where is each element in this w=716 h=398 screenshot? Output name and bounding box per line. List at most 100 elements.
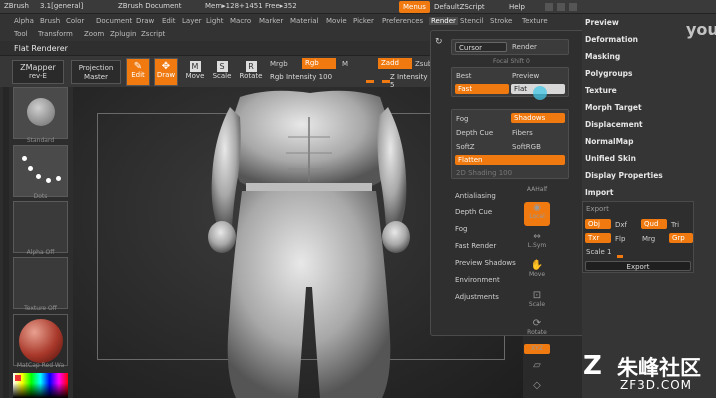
help-button[interactable]: Help: [505, 1, 529, 13]
rotate-button[interactable]: R Rotate: [238, 58, 264, 86]
tool-deformation-item[interactable]: Deformation: [585, 35, 638, 44]
best-render-button[interactable]: Best: [456, 72, 472, 80]
fog-item[interactable]: Fog: [455, 225, 468, 233]
fast-render-button[interactable]: Fast: [455, 84, 509, 94]
focal-shift-slider[interactable]: Focal Shift 0: [493, 58, 530, 65]
menu-picker[interactable]: Picker: [353, 17, 374, 25]
menu-zplugin[interactable]: Zplugin: [110, 30, 136, 38]
menu-alpha[interactable]: Alpha: [14, 17, 34, 25]
environment-item[interactable]: Environment: [455, 276, 500, 284]
draw-button[interactable]: ✥ Draw: [154, 58, 178, 86]
grp-toggle[interactable]: Grp: [669, 233, 693, 243]
rotate-view-button[interactable]: ⟳ Rotate: [524, 318, 550, 340]
rgb-intensity-slider[interactable]: Rgb Intensity 100: [270, 73, 332, 81]
menu-zscript[interactable]: Zscript: [141, 30, 165, 38]
menu-movie[interactable]: Movie: [326, 17, 347, 25]
menu-layer[interactable]: Layer: [182, 17, 202, 25]
tri-toggle[interactable]: Tri: [671, 221, 679, 229]
projection-master-button[interactable]: Projection Master: [71, 60, 121, 84]
menu-material[interactable]: Material: [290, 17, 318, 25]
fast-render-item[interactable]: Fast Render: [455, 242, 496, 250]
menu-zoom[interactable]: Zoom: [84, 30, 104, 38]
dxf-toggle[interactable]: Dxf: [615, 221, 627, 229]
aahalf-button[interactable]: AAHalf: [524, 186, 550, 193]
softz-toggle[interactable]: SoftZ: [456, 143, 475, 151]
cursor-button[interactable]: Cursor: [455, 42, 507, 52]
tool-polygroups-item[interactable]: Polygroups: [585, 69, 633, 78]
mrg-toggle[interactable]: Mrg: [642, 235, 655, 243]
edit-button[interactable]: ✎ Edit: [126, 58, 150, 86]
qud-toggle[interactable]: Qud: [641, 219, 667, 229]
render-button[interactable]: Render: [512, 43, 537, 51]
menu-edit[interactable]: Edit: [162, 17, 176, 25]
menu-marker[interactable]: Marker: [259, 17, 283, 25]
model-figure[interactable]: [180, 87, 440, 398]
obj-toggle[interactable]: Obj: [585, 219, 611, 229]
tool-masking-item[interactable]: Masking: [585, 52, 620, 61]
cube-icon[interactable]: ◇: [524, 380, 550, 391]
adjustments-item[interactable]: Adjustments: [455, 293, 499, 301]
tool-preview-item[interactable]: Preview: [585, 18, 619, 27]
menu-texture[interactable]: Texture: [522, 17, 548, 25]
m-toggle[interactable]: M: [342, 60, 348, 68]
menu-brush[interactable]: Brush: [40, 17, 60, 25]
menu-light[interactable]: Light: [206, 17, 223, 25]
preview-shadows-item[interactable]: Preview Shadows: [455, 259, 516, 267]
menu-draw[interactable]: Draw: [136, 17, 154, 25]
brush-standard-thumb[interactable]: [13, 87, 68, 139]
shelf-scrollbar[interactable]: [3, 87, 9, 398]
txr-toggle[interactable]: Txr: [585, 233, 611, 243]
menus-button[interactable]: Menus: [399, 1, 430, 13]
fibers-toggle[interactable]: Fibers: [512, 129, 533, 137]
flp-toggle[interactable]: Flp: [615, 235, 625, 243]
scale-slider[interactable]: Scale 1: [586, 248, 612, 256]
default-zscript-button[interactable]: DefaultZScript: [430, 1, 489, 13]
menu-render[interactable]: Render: [429, 17, 458, 25]
tool-texture-item[interactable]: Texture: [585, 86, 617, 95]
zadd-toggle[interactable]: Zadd: [378, 58, 412, 69]
fog-toggle[interactable]: Fog: [456, 115, 469, 123]
2d-shading-slider[interactable]: 2D Shading 100: [456, 169, 512, 177]
tool-unified-skin-item[interactable]: Unified Skin: [585, 154, 636, 163]
menu-macro[interactable]: Macro: [230, 17, 251, 25]
maximize-icon[interactable]: [557, 3, 565, 11]
menu-stroke[interactable]: Stroke: [490, 17, 512, 25]
local-button[interactable]: ◉ Local: [524, 202, 550, 226]
refresh-icon[interactable]: ↻: [435, 37, 443, 47]
scale-view-button[interactable]: ⊡ Scale: [524, 290, 550, 314]
menu-tool[interactable]: Tool: [14, 30, 28, 38]
tool-normalmap-item[interactable]: NormalMap: [585, 137, 633, 146]
menu-color[interactable]: Color: [66, 17, 84, 25]
lsym-button[interactable]: ⇔ L.Sym: [524, 232, 550, 254]
color-picker[interactable]: [13, 373, 68, 398]
tool-displacement-item[interactable]: Displacement: [585, 120, 643, 129]
depth-cue-toggle[interactable]: Depth Cue: [456, 129, 493, 137]
menu-transform[interactable]: Transform: [38, 30, 73, 38]
move-button[interactable]: M Move: [184, 58, 206, 86]
menu-stencil[interactable]: Stencil: [460, 17, 484, 25]
export-button[interactable]: Export: [585, 261, 691, 271]
tool-morph-target-item[interactable]: Morph Target: [585, 103, 642, 112]
scale-slider-thumb[interactable]: [617, 255, 623, 258]
tool-import-item[interactable]: Import: [585, 188, 613, 197]
minimize-icon[interactable]: [545, 3, 553, 11]
menu-preferences[interactable]: Preferences: [382, 17, 423, 25]
xyz-button[interactable]: XYZ: [524, 344, 550, 354]
depth-cue-item[interactable]: Depth Cue: [455, 208, 492, 216]
zmapper-button[interactable]: ZMapper rev-E: [12, 60, 64, 84]
rgb-toggle[interactable]: Rgb: [302, 58, 336, 69]
shadows-toggle[interactable]: Shadows: [511, 113, 565, 123]
mrgb-toggle[interactable]: Mrgb: [270, 60, 288, 68]
antialiasing-item[interactable]: Antialiasing: [455, 192, 496, 200]
move-view-button[interactable]: ✋ Move: [524, 260, 550, 284]
close-icon[interactable]: [569, 3, 577, 11]
material-thumb[interactable]: [13, 314, 68, 366]
alpha-thumb[interactable]: [13, 201, 68, 253]
texture-thumb[interactable]: [13, 257, 68, 309]
poly-frame-icon[interactable]: ▱: [524, 360, 550, 371]
z-intensity-thumb[interactable]: [382, 80, 390, 83]
main-color-swatch[interactable]: [15, 375, 21, 381]
tool-display-properties-item[interactable]: Display Properties: [585, 171, 663, 180]
menu-document[interactable]: Document: [96, 17, 132, 25]
rgb-intensity-thumb[interactable]: [366, 80, 374, 83]
